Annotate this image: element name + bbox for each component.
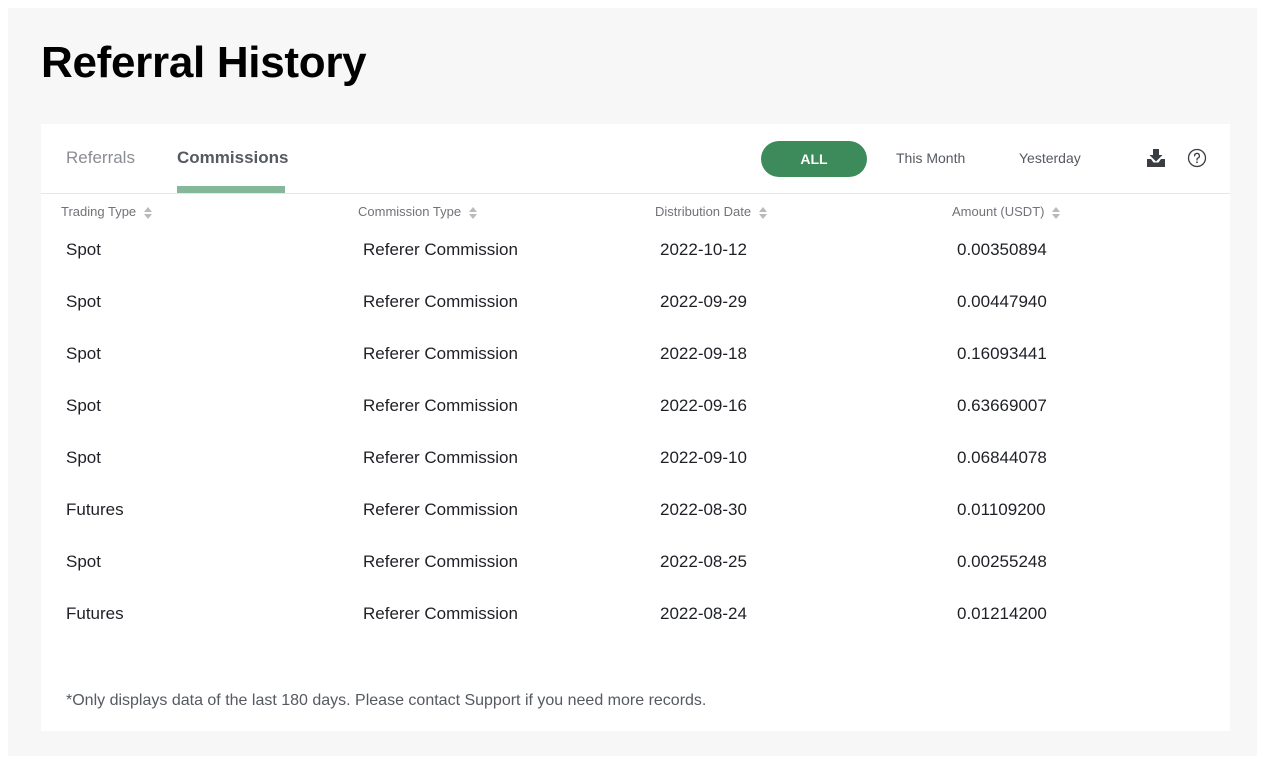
cell-trading-type: Spot: [66, 292, 101, 311]
cell-trading-type: Spot: [66, 448, 101, 467]
sort-icon: [759, 206, 768, 219]
tab-bar: Referrals Commissions ALL This Month Yes…: [41, 124, 1230, 194]
cell-amount: 0.01109200: [957, 500, 1046, 519]
filter-all-button[interactable]: ALL: [761, 141, 867, 177]
cell-commission-type: Referer Commission: [363, 604, 518, 623]
footnote-text: *Only displays data of the last 180 days…: [66, 692, 707, 709]
cell-amount: 0.01214200: [957, 604, 1047, 623]
cell-distribution-date: 2022-08-30: [660, 500, 747, 519]
active-tab-indicator: [177, 186, 285, 193]
cell-trading-type: Spot: [66, 552, 101, 571]
table-row: Spot Referer Commission 2022-09-18 0.160…: [41, 336, 1230, 388]
cell-distribution-date: 2022-09-18: [660, 344, 747, 363]
cell-distribution-date: 2022-09-10: [660, 448, 747, 467]
column-header-trading-type[interactable]: Trading Type: [61, 204, 153, 219]
table-row: Spot Referer Commission 2022-09-29 0.004…: [41, 284, 1230, 336]
cell-amount: 0.16093441: [957, 344, 1047, 363]
page-title: Referral History: [41, 38, 367, 87]
table-row: Spot Referer Commission 2022-10-12 0.003…: [41, 232, 1230, 284]
sort-icon: [469, 206, 478, 219]
help-icon[interactable]: [1185, 146, 1209, 170]
filter-this-month-button[interactable]: This Month: [896, 150, 965, 166]
cell-trading-type: Futures: [66, 604, 124, 623]
cell-commission-type: Referer Commission: [363, 552, 518, 571]
cell-commission-type: Referer Commission: [363, 500, 518, 519]
table-row: Spot Referer Commission 2022-08-25 0.002…: [41, 544, 1230, 596]
cell-trading-type: Futures: [66, 500, 124, 519]
table-row: Futures Referer Commission 2022-08-24 0.…: [41, 596, 1230, 648]
cell-commission-type: Referer Commission: [363, 344, 518, 363]
cell-trading-type: Spot: [66, 344, 101, 363]
sort-icon: [1052, 206, 1061, 219]
cell-amount: 0.06844078: [957, 448, 1047, 467]
cell-trading-type: Spot: [66, 240, 101, 259]
tab-referrals[interactable]: Referrals: [66, 148, 135, 168]
cell-amount: 0.00255248: [957, 552, 1047, 571]
cell-distribution-date: 2022-09-29: [660, 292, 747, 311]
cell-commission-type: Referer Commission: [363, 292, 518, 311]
column-header-amount[interactable]: Amount (USDT): [952, 204, 1061, 219]
filter-yesterday-button[interactable]: Yesterday: [1019, 150, 1081, 166]
cell-commission-type: Referer Commission: [363, 448, 518, 467]
cell-distribution-date: 2022-10-12: [660, 240, 747, 259]
table-row: Spot Referer Commission 2022-09-16 0.636…: [41, 388, 1230, 440]
cell-distribution-date: 2022-08-25: [660, 552, 747, 571]
cell-amount: 0.00350894: [957, 240, 1047, 259]
table-row: Futures Referer Commission 2022-08-30 0.…: [41, 492, 1230, 544]
tab-commissions[interactable]: Commissions: [177, 148, 288, 168]
table-body: Spot Referer Commission 2022-10-12 0.003…: [41, 232, 1230, 648]
table-row: Spot Referer Commission 2022-09-10 0.068…: [41, 440, 1230, 492]
cell-amount: 0.63669007: [957, 396, 1047, 415]
cell-commission-type: Referer Commission: [363, 240, 518, 259]
cell-distribution-date: 2022-09-16: [660, 396, 747, 415]
cell-commission-type: Referer Commission: [363, 396, 518, 415]
cell-trading-type: Spot: [66, 396, 101, 415]
table-header: Trading Type Commission Type Distributio…: [41, 204, 1230, 224]
column-header-commission-type[interactable]: Commission Type: [358, 204, 478, 219]
download-icon[interactable]: [1144, 146, 1168, 170]
sort-icon: [144, 206, 153, 219]
page-container: Referral History Referrals Commissions A…: [8, 8, 1257, 756]
cell-distribution-date: 2022-08-24: [660, 604, 747, 623]
cell-amount: 0.00447940: [957, 292, 1047, 311]
column-header-distribution-date[interactable]: Distribution Date: [655, 204, 768, 219]
history-card: Referrals Commissions ALL This Month Yes…: [41, 124, 1230, 731]
